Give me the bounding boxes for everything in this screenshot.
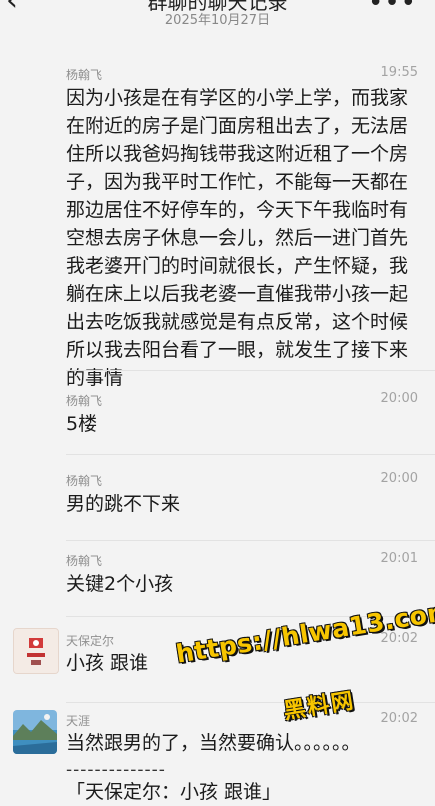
message-text[interactable]: 男的跳不下来 <box>66 490 421 518</box>
sender-name: 杨翰飞 <box>66 554 103 568</box>
message-time: 19:55 <box>380 65 418 80</box>
message-divider <box>66 540 435 541</box>
more-options-icon[interactable]: ••• <box>368 0 417 18</box>
avatar-image <box>14 629 58 673</box>
avatar[interactable] <box>13 628 59 674</box>
message-text[interactable]: 5楼 <box>66 410 421 438</box>
message-text[interactable]: 关键2个小孩 <box>66 570 421 598</box>
message-time: 20:00 <box>380 471 418 486</box>
chat-header: ‹ 群聊的聊天记录 2025年10月27日 ••• <box>0 0 435 40</box>
message-time: 20:00 <box>380 391 418 406</box>
avatar-landscape-image <box>13 710 57 754</box>
sender-name: 天保定尔 <box>66 634 115 648</box>
message-divider <box>66 702 435 703</box>
sender-name: 杨翰飞 <box>66 394 103 408</box>
message-text[interactable]: 当然跟男的了，当然要确认。。。。。。 <box>66 729 421 757</box>
sender-name: 杨翰飞 <box>66 474 103 488</box>
message-time: 20:02 <box>380 711 418 726</box>
message-text[interactable]: 因为小孩是在有学区的小学上学，而我家在附近的房子是门面房租出去了，无法居住所以我… <box>66 84 421 392</box>
avatar[interactable] <box>13 710 57 754</box>
sender-name: 天涯 <box>66 714 91 728</box>
message-divider <box>66 454 435 455</box>
message-time: 20:01 <box>380 551 418 566</box>
sender-name: 杨翰飞 <box>66 68 103 82</box>
watermark-brand: 黑料网 <box>281 688 357 725</box>
message-divider <box>66 370 435 371</box>
quoted-message[interactable]: 「天保定尔：小孩 跟谁」 <box>66 778 421 806</box>
